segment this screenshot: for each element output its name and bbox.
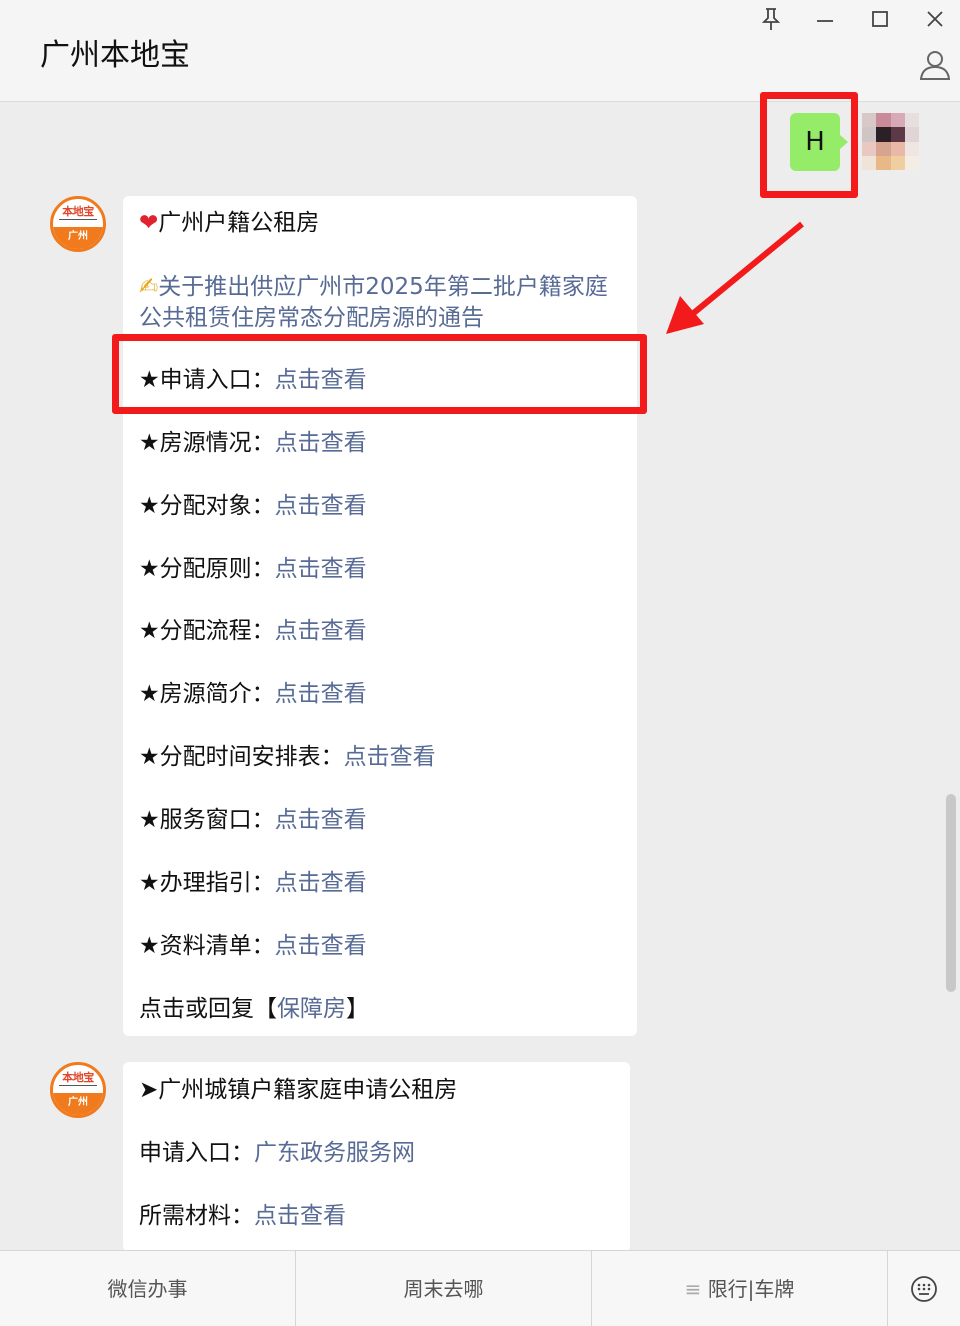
view-link[interactable]: 点击查看 xyxy=(275,618,367,644)
bot-avatar-logo-text: 本地宝 xyxy=(62,205,94,218)
list-item: ★分配原则：点击查看 xyxy=(139,554,367,584)
list-item-label: ★房源情况： xyxy=(139,430,275,456)
notice-link[interactable]: ✍关于推出供应广州市2025年第二批户籍家庭 xyxy=(139,272,608,302)
heart-icon: ❤ xyxy=(139,210,159,236)
keyboard-toggle-button[interactable] xyxy=(888,1251,960,1326)
view-link[interactable]: 点击查看 xyxy=(275,870,367,896)
view-link[interactable]: 点击查看 xyxy=(275,681,367,707)
list-item: ★房源简介：点击查看 xyxy=(139,679,367,709)
user-profile-icon[interactable] xyxy=(918,48,952,82)
my-avatar[interactable] xyxy=(862,113,919,170)
card2-title: ➤广州城镇户籍家庭申请公租房 xyxy=(139,1077,458,1103)
keyboard-icon xyxy=(911,1276,937,1302)
list-item: ★分配流程：点击查看 xyxy=(139,616,367,646)
close-icon-svg xyxy=(927,11,943,27)
highlight-box-apply-entry xyxy=(112,334,647,414)
reply-keyword-link[interactable]: 保障房 xyxy=(277,996,346,1022)
view-link[interactable]: 点击查看 xyxy=(275,807,367,833)
list-item-label: 所需材料： xyxy=(139,1203,254,1229)
bot-avatar-divider xyxy=(59,1085,97,1089)
list-item-label: ★服务窗口： xyxy=(139,807,275,833)
view-link[interactable]: 点击查看 xyxy=(275,430,367,456)
notice-link-line2[interactable]: 公共租赁住房常态分配房源的通告 xyxy=(139,303,484,333)
list-item-label: ★分配原则： xyxy=(139,556,275,582)
menu-item-weekend[interactable]: 周末去哪 xyxy=(296,1251,592,1326)
title-bar: 广州本地宝 xyxy=(0,0,960,102)
list-item: ★房源情况：点击查看 xyxy=(139,428,367,458)
reply-hint: 点击或回复【保障房】 xyxy=(139,994,369,1024)
bot-avatar-divider xyxy=(59,219,97,223)
list-item: ★资料清单：点击查看 xyxy=(139,931,367,961)
list-item-label: ★资料清单： xyxy=(139,933,275,959)
list-item: ★办理指引：点击查看 xyxy=(139,868,367,898)
view-link[interactable]: 点击查看 xyxy=(275,556,367,582)
bot-avatar[interactable]: 本地宝 广州 xyxy=(50,196,106,252)
card-title-text: 广州户籍公租房 xyxy=(158,210,320,236)
user-profile-icon-svg xyxy=(919,51,951,80)
minimize-icon[interactable] xyxy=(810,6,840,36)
view-link[interactable]: 点击查看 xyxy=(275,933,367,959)
message-card-urban-housing: ➤广州城镇户籍家庭申请公租房 申请入口：广东政务服务网 所需材料：点击查看 xyxy=(123,1062,630,1252)
notice-link-line1[interactable]: 关于推出供应广州市2025年第二批户籍家庭 xyxy=(158,274,608,300)
view-link[interactable]: 点击查看 xyxy=(254,1203,346,1229)
list-item-label: ★房源简介： xyxy=(139,681,275,707)
chat-title: 广州本地宝 xyxy=(40,38,190,73)
annotation-arrow xyxy=(666,221,804,334)
maximize-icon[interactable] xyxy=(865,6,895,36)
minimize-icon-svg xyxy=(817,20,833,22)
list-item: 所需材料：点击查看 xyxy=(139,1201,346,1231)
bot-avatar-city: 广州 xyxy=(53,1093,103,1115)
list-item-label: ★办理指引： xyxy=(139,870,275,896)
menu-item-label: 限行|车牌 xyxy=(707,1277,795,1301)
message-card-public-housing: ❤广州户籍公租房 ✍关于推出供应广州市2025年第二批户籍家庭 公共租赁住房常态… xyxy=(123,196,637,1036)
list-item: ★分配对象：点击查看 xyxy=(139,491,367,521)
close-icon[interactable] xyxy=(920,6,950,36)
menu-item-wechat-services[interactable]: 微信办事 xyxy=(0,1251,296,1326)
list-item-label: ★分配时间安排表： xyxy=(139,744,344,770)
view-link[interactable]: 点击查看 xyxy=(275,493,367,519)
highlight-box-sent xyxy=(760,92,858,198)
pin-icon-svg xyxy=(761,8,781,30)
menu-item-traffic-restriction[interactable]: ≡ 限行|车牌 xyxy=(592,1251,888,1326)
scrollbar-thumb[interactable] xyxy=(946,794,956,992)
list-item-label: ★分配流程： xyxy=(139,618,275,644)
view-link[interactable]: 点击查看 xyxy=(344,744,436,770)
bot-avatar-logo-text: 本地宝 xyxy=(62,1071,94,1084)
writing-hand-icon: ✍ xyxy=(139,274,159,300)
reply-hint-suffix: 】 xyxy=(346,996,369,1022)
list-item-label: 申请入口： xyxy=(139,1140,254,1166)
list-item: 申请入口：广东政务服务网 xyxy=(139,1138,415,1168)
list-item-label: ★分配对象： xyxy=(139,493,275,519)
list-item: ★分配时间安排表：点击查看 xyxy=(139,742,436,772)
bot-avatar[interactable]: 本地宝 广州 xyxy=(50,1062,106,1118)
pin-icon[interactable] xyxy=(756,6,786,36)
reply-hint-prefix: 点击或回复【 xyxy=(139,996,277,1022)
gov-service-link[interactable]: 广东政务服务网 xyxy=(254,1140,415,1166)
bot-avatar-city: 广州 xyxy=(53,227,103,249)
list-item: ★服务窗口：点击查看 xyxy=(139,805,367,835)
card-title: ❤广州户籍公租房 xyxy=(139,208,319,238)
bottom-menu: 微信办事 周末去哪 ≡ 限行|车牌 xyxy=(0,1250,960,1326)
maximize-icon-svg xyxy=(872,11,888,27)
submenu-icon: ≡ xyxy=(684,1277,702,1301)
